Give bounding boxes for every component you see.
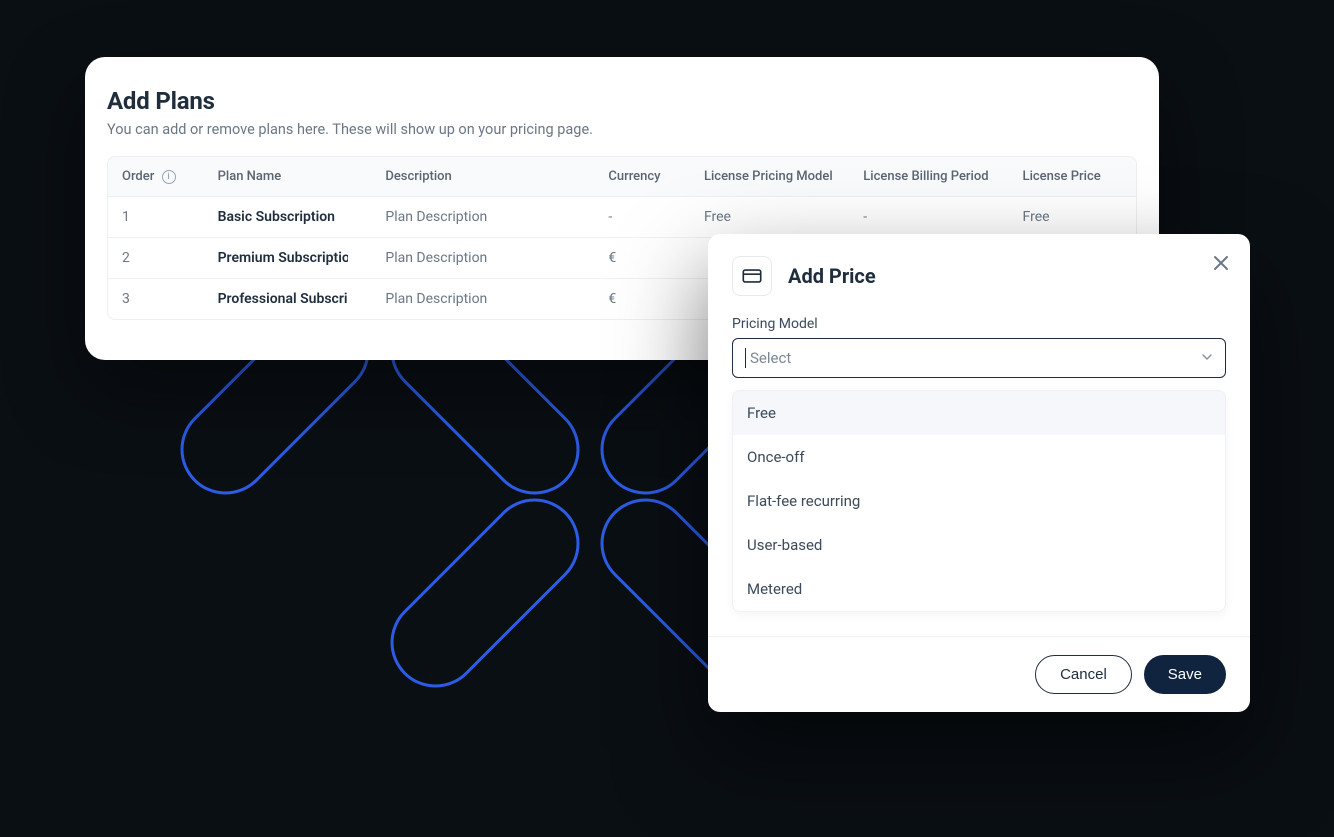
pricing-model-option[interactable]: Flat-fee recurring — [733, 479, 1225, 523]
cancel-button[interactable]: Cancel — [1035, 655, 1132, 694]
col-description: Description — [371, 157, 594, 197]
col-license-pricing-model: License Pricing Model — [690, 157, 849, 197]
cell-plan-name: Premium Subscription — [204, 238, 372, 279]
close-icon[interactable] — [1210, 252, 1232, 274]
pricing-model-label: Pricing Model — [732, 316, 1226, 332]
card-icon — [732, 256, 772, 296]
pricing-model-option[interactable]: Free — [733, 391, 1225, 435]
table-header-row: Order i Plan Name Description Currency L… — [108, 157, 1136, 197]
pricing-model-options: FreeOnce-offFlat-fee recurringUser-based… — [732, 390, 1226, 612]
cell-currency: - — [594, 197, 690, 238]
add-price-modal: Add Price Pricing Model Select FreeOnce-… — [708, 234, 1250, 712]
cell-license-pricing-model: Free — [690, 197, 849, 238]
cell-order: 2 — [108, 238, 204, 279]
modal-title: Add Price — [788, 264, 876, 288]
cell-description: Plan Description — [371, 197, 594, 238]
cell-plan-name: Basic Subscription — [204, 197, 372, 238]
cell-license-price: Free — [1009, 197, 1136, 238]
chevron-down-icon — [1201, 349, 1213, 367]
col-plan-name: Plan Name — [204, 157, 372, 197]
table-row[interactable]: 1Basic SubscriptionPlan Description-Free… — [108, 197, 1136, 238]
pricing-model-option[interactable]: User-based — [733, 523, 1225, 567]
info-icon[interactable]: i — [162, 170, 176, 184]
cell-license-billing-period: - — [849, 197, 1008, 238]
col-license-billing-period: License Billing Period — [849, 157, 1008, 197]
pricing-model-option[interactable]: Once-off — [733, 435, 1225, 479]
col-license-price: License Price — [1009, 157, 1136, 197]
pricing-model-option[interactable]: Metered — [733, 567, 1225, 611]
select-placeholder: Select — [750, 349, 791, 367]
cell-plan-name: Professional Subscription — [204, 279, 372, 320]
cell-currency: € — [594, 238, 690, 279]
cell-description: Plan Description — [371, 279, 594, 320]
decorative-pill — [372, 480, 598, 706]
cell-currency: € — [594, 279, 690, 320]
panel-title: Add Plans — [107, 87, 1137, 115]
cell-order: 1 — [108, 197, 204, 238]
col-currency: Currency — [594, 157, 690, 197]
cell-description: Plan Description — [371, 238, 594, 279]
panel-subtitle: You can add or remove plans here. These … — [107, 121, 1137, 138]
pricing-model-select[interactable]: Select — [732, 338, 1226, 378]
cell-order: 3 — [108, 279, 204, 320]
save-button[interactable]: Save — [1144, 655, 1226, 694]
col-order: Order i — [108, 157, 204, 197]
